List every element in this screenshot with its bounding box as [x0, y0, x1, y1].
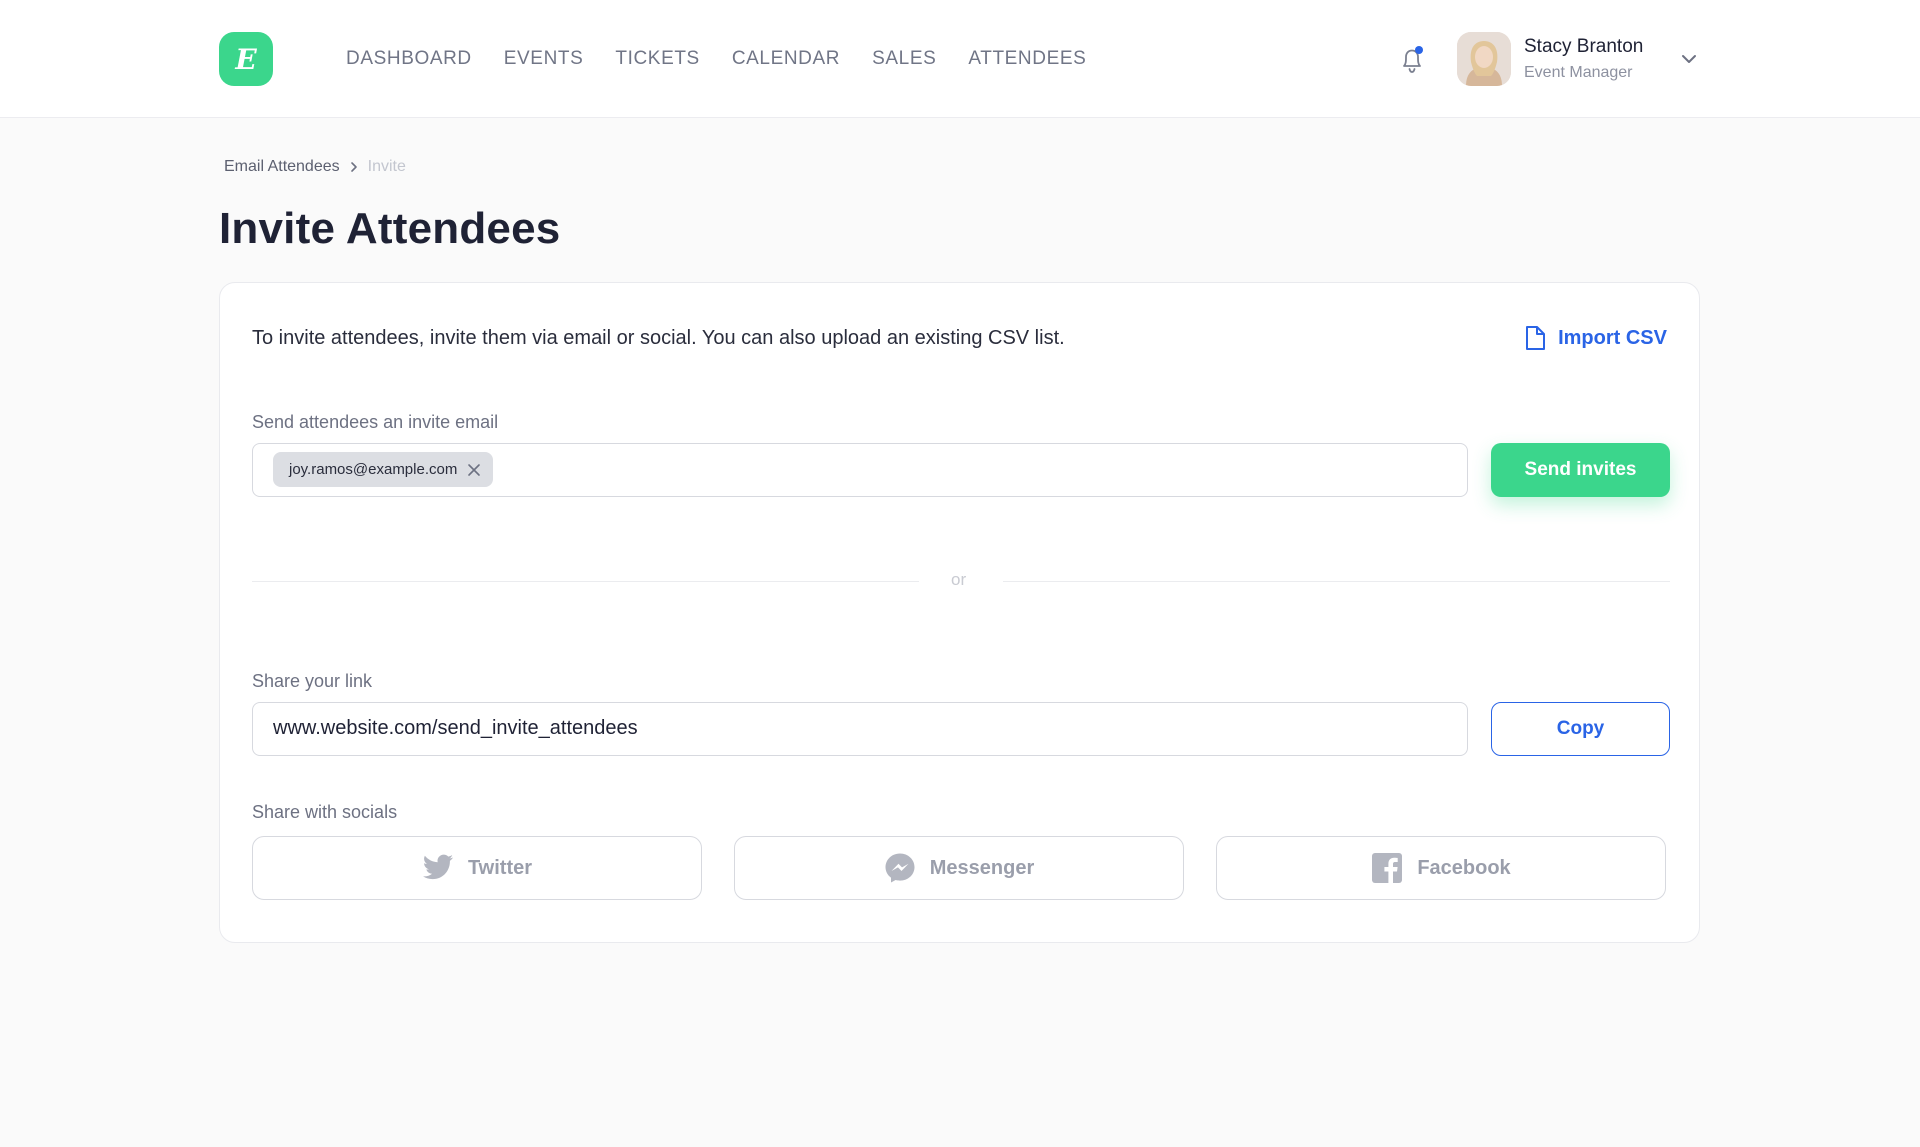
invite-card: To invite attendees, invite them via ema…: [219, 282, 1700, 943]
nav-item-attendees[interactable]: ATTENDEES: [968, 48, 1086, 70]
twitter-icon: [422, 854, 453, 880]
divider-left: [252, 581, 919, 582]
main-nav: DASHBOARD EVENTS TICKETS CALENDAR SALES …: [346, 0, 1118, 118]
user-role: Event Manager: [1524, 64, 1633, 81]
intro-text: To invite attendees, invite them via ema…: [252, 327, 1065, 349]
twitter-label: Twitter: [467, 856, 533, 879]
copy-button[interactable]: Copy: [1491, 702, 1670, 756]
avatar[interactable]: [1457, 32, 1511, 86]
nav-item-dashboard[interactable]: DASHBOARD: [346, 48, 472, 70]
messenger-label: Messenger: [929, 856, 1035, 879]
facebook-label: Facebook: [1417, 856, 1511, 879]
nav-item-events[interactable]: EVENTS: [504, 48, 584, 70]
page-title: Invite Attendees: [219, 204, 561, 253]
socials-section-label: Share with socials: [252, 802, 398, 822]
breadcrumb-parent[interactable]: Email Attendees: [224, 158, 340, 176]
send-invites-button[interactable]: Send invites: [1491, 443, 1670, 497]
nav-item-tickets[interactable]: TICKETS: [615, 48, 699, 70]
email-chip-label: joy.ramos@example.com: [289, 461, 458, 478]
chevron-down-icon[interactable]: [1680, 52, 1698, 64]
email-chip: joy.ramos@example.com: [273, 452, 494, 487]
share-link-field[interactable]: www.website.com/send_invite_attendees: [252, 702, 1468, 756]
import-csv-button[interactable]: Import CSV: [1524, 325, 1667, 351]
link-section-label: Share your link: [252, 671, 373, 691]
messenger-icon: [885, 853, 915, 883]
app-logo[interactable]: E: [219, 32, 273, 86]
divider-text: or: [951, 570, 967, 589]
close-icon[interactable]: [467, 463, 481, 477]
logo-letter: E: [235, 42, 257, 76]
bell-icon[interactable]: [1398, 44, 1428, 76]
share-messenger-button[interactable]: Messenger: [734, 836, 1184, 900]
breadcrumb-current: Invite: [367, 158, 406, 175]
nav-item-calendar[interactable]: CALENDAR: [732, 48, 840, 70]
file-icon: [1526, 326, 1546, 350]
nav-item-sales[interactable]: SALES: [872, 48, 936, 70]
breadcrumb: Email Attendees Invite: [224, 158, 406, 176]
divider-right: [1003, 581, 1670, 582]
email-section-label: Send attendees an invite email: [252, 412, 499, 432]
notification-dot: [1415, 46, 1423, 54]
share-link-value: www.website.com/send_invite_attendees: [273, 717, 638, 739]
facebook-icon: [1372, 853, 1403, 883]
email-invite-input[interactable]: joy.ramos@example.com: [252, 443, 1468, 497]
import-csv-label: Import CSV: [1558, 326, 1667, 349]
share-twitter-button[interactable]: Twitter: [252, 836, 702, 900]
share-facebook-button[interactable]: Facebook: [1216, 836, 1666, 900]
chevron-right-icon: [350, 162, 357, 172]
user-name: Stacy Branton: [1524, 36, 1644, 57]
top-navigation-bar: E DASHBOARD EVENTS TICKETS CALENDAR SALE…: [0, 0, 1920, 118]
